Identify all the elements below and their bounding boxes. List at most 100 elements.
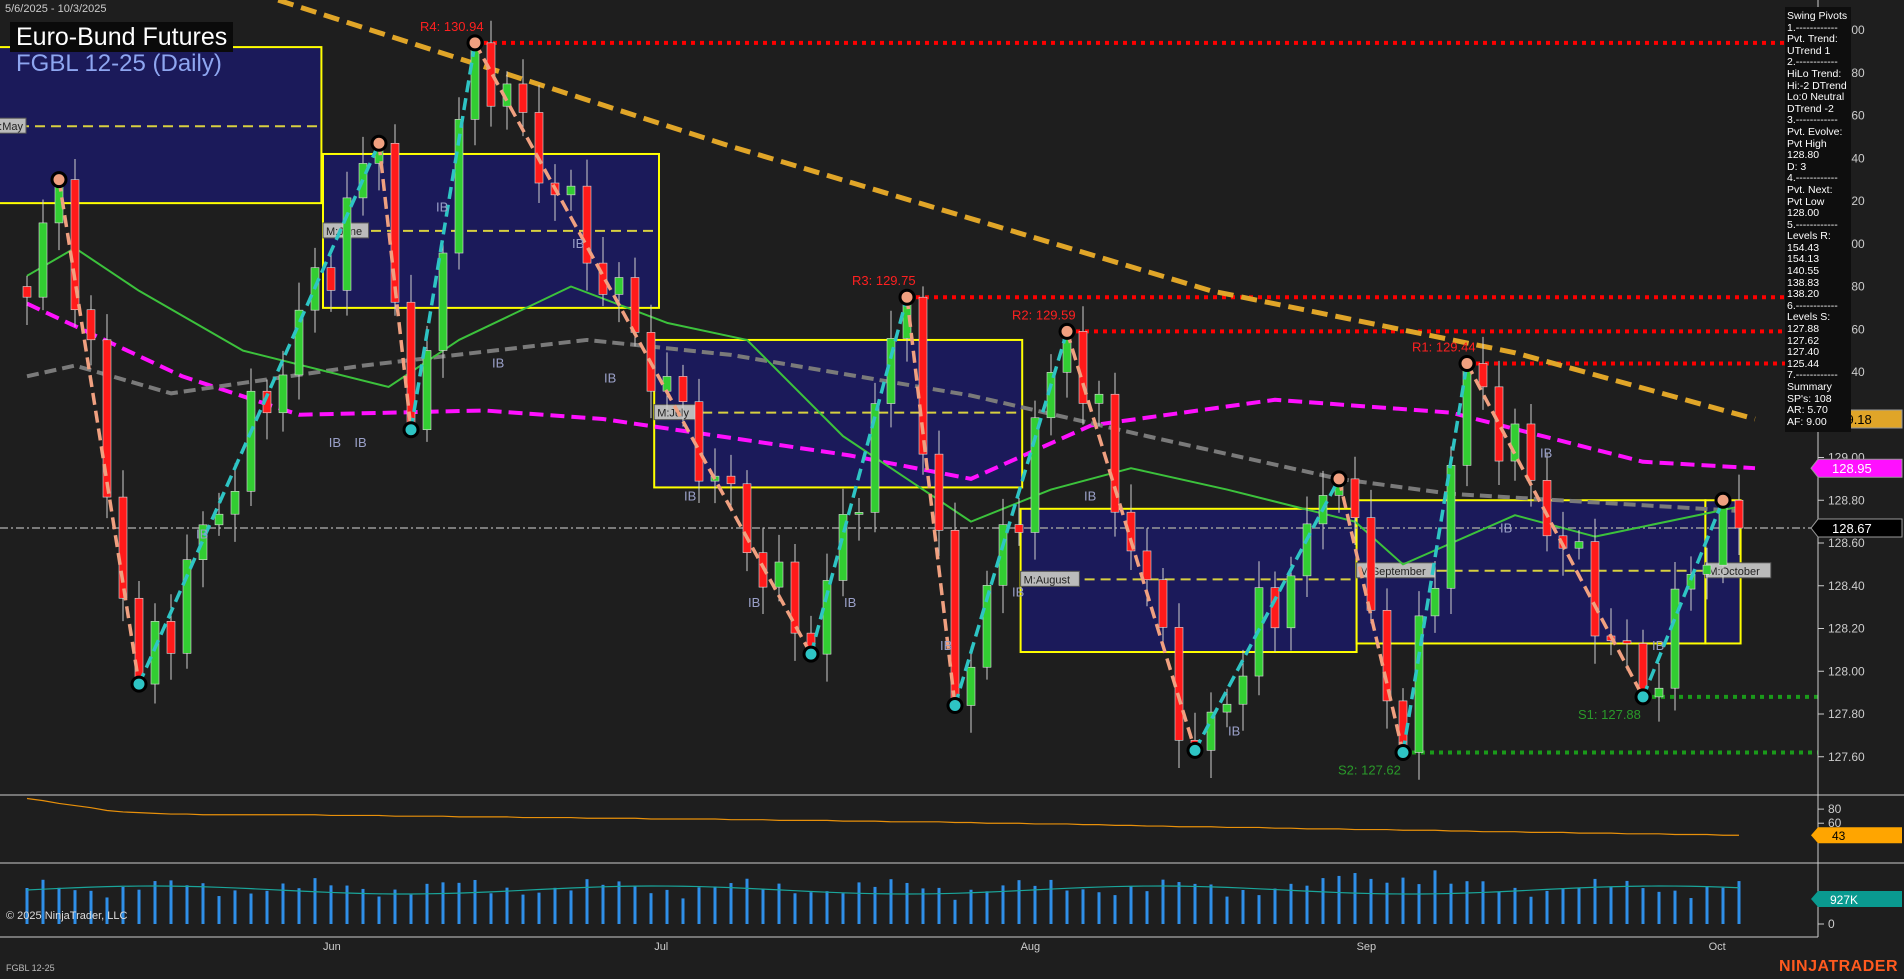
volume-bar — [521, 894, 525, 924]
volume-bar — [1545, 890, 1549, 924]
main-plot: M:MayM:JuneM:JulyM:AugustM:SeptemberM:Oc… — [0, 0, 1818, 780]
pivot-label: R2: 129.59 — [1012, 307, 1076, 322]
volume-bar — [601, 884, 605, 924]
volume-bar — [809, 892, 813, 924]
volume-bar — [1497, 891, 1501, 924]
volume-bar — [297, 888, 301, 924]
volume-bar — [1705, 886, 1709, 924]
x-tick-label: Jul — [654, 941, 668, 953]
y-tick-label: 128.60 — [1828, 536, 1865, 550]
candle-down — [934, 453, 944, 531]
swing-panel-line: Pvt. Next: — [1787, 183, 1833, 196]
volume-bar — [1369, 878, 1373, 924]
pivot-low-marker — [402, 421, 420, 439]
zigzag-leg — [57, 179, 141, 685]
volume-bar — [617, 881, 621, 924]
volume-bar — [1481, 881, 1485, 924]
volume-bar — [873, 886, 877, 924]
volume-bar — [1113, 895, 1117, 924]
osc-marker-label: 43 — [1832, 829, 1846, 843]
volume-bar — [697, 887, 701, 924]
volume-bar — [745, 878, 749, 924]
volume-bar — [1529, 896, 1533, 924]
candle-up — [566, 185, 576, 196]
volume-bar — [537, 892, 541, 924]
candle-up — [1238, 675, 1248, 705]
ib-label: IB — [844, 595, 856, 610]
pivot-high-marker — [1714, 491, 1732, 509]
pivot-high-marker — [1458, 354, 1476, 372]
candle-up — [854, 512, 864, 515]
candle-up — [966, 666, 976, 706]
pivot-low-marker — [1186, 741, 1204, 759]
volume-bar — [969, 889, 973, 924]
volume-bar — [1465, 881, 1469, 924]
swing-panel-line: Lo:0 Neutral — [1787, 91, 1845, 104]
osc-tick-label: 80 — [1828, 802, 1842, 816]
ib-label: IB — [1084, 488, 1096, 503]
candle-down — [118, 496, 128, 599]
volume-bar — [1321, 878, 1325, 924]
volume-bar — [441, 882, 445, 924]
volume-bar — [137, 889, 141, 924]
candle-down — [22, 286, 32, 298]
volume-bar — [1385, 882, 1389, 924]
candle-down — [1382, 609, 1392, 702]
volume-bar — [393, 889, 397, 924]
candle-up — [230, 491, 240, 515]
volume-bar — [1177, 882, 1181, 924]
price-chart[interactable]: M:MayM:JuneM:JulyM:AugustM:SeptemberM:Oc… — [0, 0, 1904, 979]
volume-bar — [409, 894, 413, 924]
volume-bar — [1273, 888, 1277, 924]
volume-bar — [585, 879, 589, 924]
volume-bar — [1193, 883, 1197, 924]
y-tick-label: 127.60 — [1828, 750, 1865, 764]
swing-panel-line: Pvt. Evolve: — [1787, 125, 1843, 138]
volume-bar — [1049, 879, 1053, 924]
candle-up — [422, 350, 432, 431]
candle-up — [774, 561, 784, 588]
y-tick-label: 128.00 — [1828, 664, 1865, 678]
ib-label: IB — [748, 595, 760, 610]
volume-bar — [457, 882, 461, 924]
price-marker-label: 128.95 — [1832, 461, 1872, 476]
swing-panel-line: AF: 9.00 — [1787, 415, 1827, 428]
volume-bar — [713, 886, 717, 924]
swing-panel-line: 127.88 — [1787, 323, 1820, 336]
instrument-subtitle: FGBL 12-25 (Daily) — [16, 50, 222, 77]
candle-up — [1094, 393, 1104, 404]
volume-bar — [217, 896, 221, 924]
ib-label: IB — [572, 236, 584, 251]
candle-up — [182, 559, 192, 654]
swing-panel-line: Swing Pivots — [1787, 10, 1848, 22]
ib-label: IB — [604, 371, 616, 386]
candle-down — [534, 112, 544, 184]
pivot-high-marker — [50, 171, 68, 189]
month-range-box — [653, 338, 1024, 489]
volume-bar — [361, 888, 365, 924]
volume-bar — [1641, 888, 1645, 924]
volume-bar — [681, 898, 685, 924]
x-tick-label: Sep — [1357, 941, 1377, 953]
ib-label: IB — [1228, 723, 1240, 738]
ninjatrader-logo: NINJATRADER — [1779, 958, 1898, 975]
volume-bar — [249, 893, 253, 924]
volume-bar — [1081, 889, 1085, 924]
candle-down — [326, 267, 336, 291]
swing-panel-line: 140.55 — [1787, 265, 1820, 278]
candle-up — [1670, 588, 1680, 689]
y-tick-label: 127.80 — [1828, 707, 1865, 721]
volume-bar — [185, 885, 189, 924]
volume-bar — [1593, 878, 1597, 924]
pivot-low-marker — [130, 675, 148, 693]
volume-bar — [1625, 880, 1629, 924]
candle-down — [1142, 550, 1152, 581]
volume-bar — [1225, 896, 1229, 924]
volume-bar — [857, 882, 861, 924]
volume-bar — [905, 882, 909, 924]
ib-label: IB — [436, 200, 448, 215]
candle-down — [1478, 363, 1488, 388]
volume-bar — [265, 890, 269, 924]
candle-down — [1734, 499, 1744, 529]
month-label: M:July — [657, 408, 689, 420]
